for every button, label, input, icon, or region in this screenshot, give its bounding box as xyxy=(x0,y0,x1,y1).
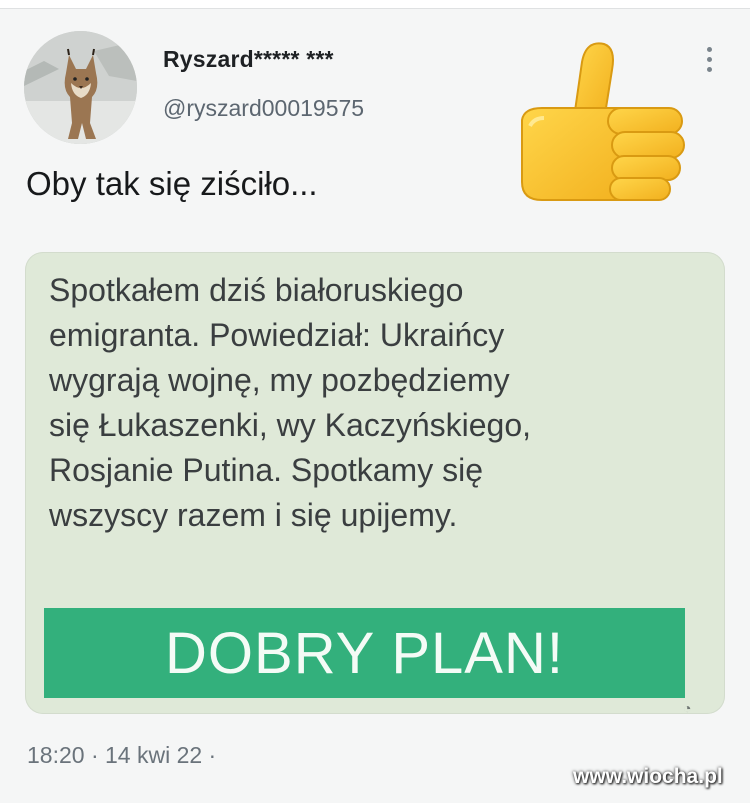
author-handle[interactable]: @ryszard00019575 xyxy=(163,95,364,122)
card-line: się Łukaszenki, wy Kaczyńskiego, xyxy=(49,407,531,443)
card-text: Spotkałem dziś białoruskiego emigranta. … xyxy=(49,268,719,538)
banner-text: DOBRY PLAN! xyxy=(165,621,564,686)
card-line: Rosjanie Putina. Spotkamy się xyxy=(49,452,483,488)
card-corner-icon: ◔ xyxy=(683,700,692,716)
quoted-image-card[interactable]: Spotkałem dziś białoruskiego emigranta. … xyxy=(25,252,725,714)
tweet-timestamp[interactable]: 18:20 · 14 kwi 22 · xyxy=(27,742,216,769)
avatar[interactable] xyxy=(24,31,137,144)
top-divider xyxy=(0,0,750,9)
card-line: wszyscy razem i się upijemy. xyxy=(49,497,458,533)
card-line: Spotkałem dziś białoruskiego xyxy=(49,272,464,308)
banner: DOBRY PLAN! xyxy=(44,608,685,698)
more-options-icon[interactable] xyxy=(702,47,716,79)
card-line: emigranta. Powiedział: Ukraińcy xyxy=(49,317,505,353)
author-name[interactable]: Ryszard***** *** xyxy=(163,46,334,73)
thumbs-up-icon xyxy=(521,42,685,201)
watermark: www.wiocha.pl xyxy=(573,765,723,788)
card-line: wygrają wojnę, my pozbędziemy xyxy=(49,362,510,398)
tweet-text: Oby tak się ziściło... xyxy=(26,165,318,202)
